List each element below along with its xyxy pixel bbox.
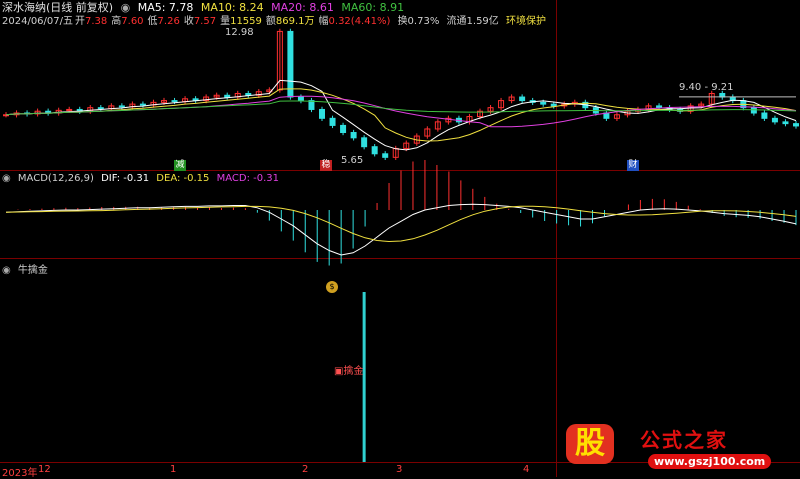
dif-line [5,203,797,256]
candle-body [287,30,294,98]
candle-body [224,94,231,98]
candle-body [308,100,315,110]
candle-body [793,123,799,127]
candle-body [382,153,389,158]
candle-body [656,105,663,109]
candle-body [97,107,104,110]
candle-body [350,132,357,139]
candle-body [297,96,304,102]
high-price-annotation: 12.98 [225,27,254,38]
signal-bar [362,292,366,462]
candle-body [329,117,336,126]
candle-body [771,117,778,123]
candle-body [519,96,526,102]
candle-body [361,137,368,148]
candle-body [371,146,378,155]
candle-body [118,105,125,108]
event-marker-reduce[interactable]: 减 [174,160,186,171]
watermark-title: 公式之家 [640,428,728,452]
axis-label-apr: 4 [523,464,530,475]
candle-body [750,107,757,114]
watermark-badge: 股 [566,424,614,464]
ma5-line [5,79,797,151]
low-price-annotation: 5.65 [341,155,364,166]
candle-body [782,121,789,125]
chart-canvas [3,28,799,462]
candle-body [319,108,325,119]
watermark-url: www.gszj100.com [648,454,772,469]
candle-body [340,124,347,134]
event-marker-stable[interactable]: 稳 [320,160,332,171]
candle-body [139,103,146,106]
event-marker-finance[interactable]: 财 [627,160,639,171]
ma10-line [5,88,797,142]
candle-body [550,103,557,107]
dea-line [5,205,797,243]
candle-body [171,100,178,103]
candle-body [66,108,73,111]
signal-label: ▣擒金 [334,366,364,377]
signal-label-text: 擒金 [343,366,364,377]
candle-body [540,101,547,105]
axis-label-dec: 12 [38,464,51,475]
axis-label-jan: 1 [170,464,177,475]
candle-body [761,112,768,119]
axis-label-mar: 3 [396,464,403,475]
range-annotation: 9.40 - 9.21 [679,82,734,93]
gold-ingot-icon: $ [326,281,338,293]
axis-label-feb: 2 [302,464,309,475]
